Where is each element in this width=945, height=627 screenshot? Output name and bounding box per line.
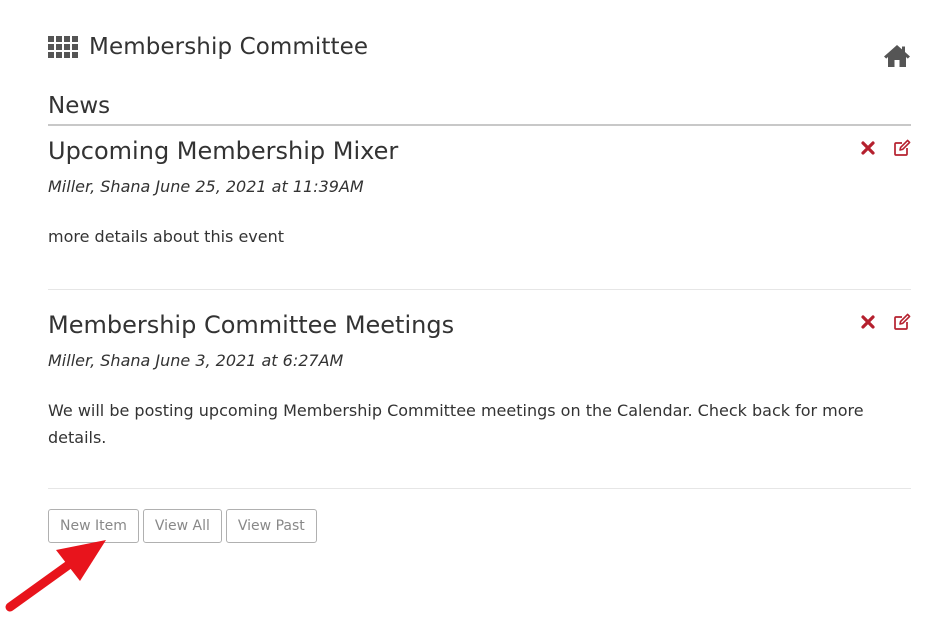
news-item-meta: Miller, Shana June 3, 2021 at 6:27AM <box>48 351 344 370</box>
view-all-button[interactable]: View All <box>142 509 222 543</box>
news-item: Upcoming Membership Mixer Miller, Shana … <box>48 137 911 250</box>
news-item-actions <box>859 313 911 331</box>
news-divider <box>48 488 911 489</box>
news-item-title[interactable]: Upcoming Membership Mixer <box>48 137 911 165</box>
annotation-arrow-icon <box>5 540 106 612</box>
module-header: Membership Committee <box>48 34 368 60</box>
news-item-body: We will be posting upcoming Membership C… <box>48 401 864 447</box>
news-item-meta: Miller, Shana June 25, 2021 at 11:39AM <box>48 177 364 196</box>
section-rule <box>48 124 911 126</box>
news-item-actions <box>859 139 911 157</box>
section-title: News <box>48 93 111 119</box>
delete-icon[interactable] <box>859 313 877 331</box>
news-item-body: more details about this event <box>48 227 285 246</box>
news-item-title[interactable]: Membership Committee Meetings <box>48 311 911 339</box>
delete-icon[interactable] <box>859 139 877 157</box>
grid-apps-icon[interactable] <box>48 35 78 59</box>
page-title: Membership Committee <box>89 34 369 60</box>
news-divider <box>48 289 911 290</box>
edit-icon[interactable] <box>893 313 911 331</box>
edit-icon[interactable] <box>893 139 911 157</box>
news-item: Membership Committee Meetings Miller, Sh… <box>48 311 911 451</box>
home-icon[interactable] <box>883 43 911 69</box>
view-past-button[interactable]: View Past <box>225 509 317 543</box>
